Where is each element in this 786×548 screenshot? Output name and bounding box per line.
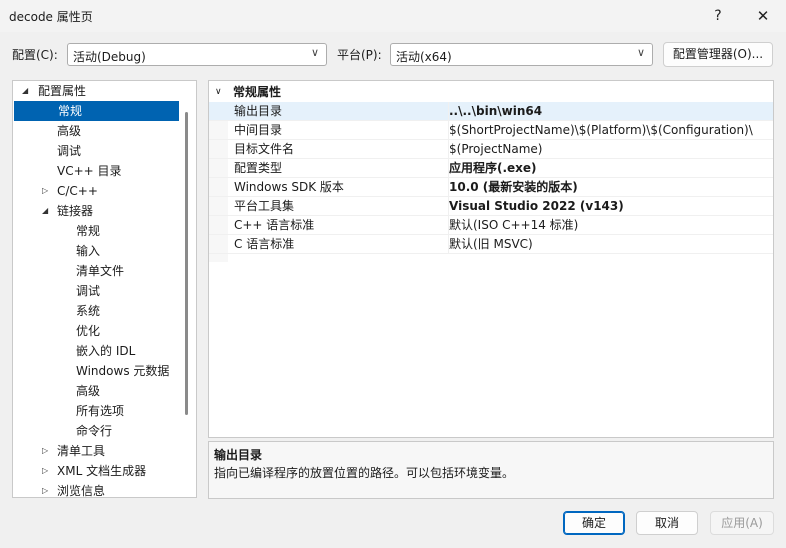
tree-item[interactable]: ◢ 配置属性: [13, 81, 178, 101]
tree-item[interactable]: 输入: [13, 241, 178, 261]
property-row[interactable]: 平台工具集 Visual Studio 2022 (v143): [209, 197, 773, 216]
tree-item[interactable]: 常规: [13, 221, 178, 241]
description-panel: 输出目录 指向已编译程序的放置位置的路径。可以包括环境变量。: [208, 441, 774, 499]
tree-item-label: 浏览信息: [57, 484, 106, 498]
tree-item[interactable]: 所有选项: [13, 401, 178, 421]
tree-item[interactable]: 系统: [13, 301, 178, 321]
tree-item[interactable]: 调试: [13, 141, 178, 161]
tree-item-label: 嵌入的 IDL: [76, 344, 136, 358]
property-row[interactable]: 中间目录 $(ShortProjectName)\$(Platform)\$(Co…: [209, 121, 773, 140]
property-name: Windows SDK 版本: [234, 180, 344, 194]
config-dropdown-value: 活动(Debug): [73, 50, 146, 64]
property-name: 目标文件名: [234, 142, 295, 156]
tree-item[interactable]: 清单文件: [13, 261, 178, 281]
property-value[interactable]: $(ShortProjectName)\$(Platform)\$(Config…: [448, 121, 771, 140]
tree-item-label: C/C++: [57, 184, 98, 198]
property-value[interactable]: $(ProjectName): [448, 140, 771, 159]
tree-item-label: 链接器: [57, 204, 94, 218]
tree-item[interactable]: ▷ C/C++: [13, 181, 178, 201]
tree-item[interactable]: ◢ 链接器: [13, 201, 178, 221]
chevron-down-icon: ∨: [310, 46, 319, 59]
tree-item-label: 输入: [76, 244, 101, 258]
tree-item-label: XML 文档生成器: [57, 464, 147, 478]
title-bar: decode 属性页 ? ✕: [0, 0, 786, 32]
tree-item-label: 清单工具: [57, 444, 106, 458]
tree-item-label: 调试: [57, 144, 82, 158]
property-name: 配置类型: [234, 161, 283, 175]
tree-item[interactable]: 常规: [14, 101, 179, 121]
tree-item-label: 配置属性: [38, 84, 87, 98]
property-name: 平台工具集: [234, 199, 295, 213]
property-tree[interactable]: ◢ 配置属性 常规 高级 调试 VC++ 目录 ▷ C/C++ ◢ 链接器 常规 输入 清单文件 调试 系统…: [12, 80, 197, 498]
apply-button[interactable]: 应用(A): [710, 511, 774, 535]
tree-scrollbar[interactable]: [185, 112, 188, 415]
property-value[interactable]: Visual Studio 2022 (v143): [448, 197, 771, 216]
tree-item-label: 高级: [76, 384, 101, 398]
ok-button[interactable]: 确定: [563, 511, 625, 535]
property-value[interactable]: 应用程序(.exe): [448, 159, 771, 178]
tree-item-label: 优化: [76, 324, 101, 338]
tree-item-label: 命令行: [76, 424, 113, 438]
tree-item[interactable]: Windows 元数据: [13, 361, 178, 381]
platform-dropdown-value: 活动(x64): [396, 50, 452, 64]
property-value[interactable]: ..\..\bin\win64: [448, 102, 771, 121]
property-name: 输出目录: [234, 104, 283, 118]
description-text: 指向已编译程序的放置位置的路径。可以包括环境变量。: [214, 466, 515, 480]
chevron-down-icon: ∨: [215, 87, 222, 97]
tree-item-label: 高级: [57, 124, 82, 138]
tree-item[interactable]: 命令行: [13, 421, 178, 441]
property-value[interactable]: 默认(ISO C++14 标准): [448, 216, 771, 235]
tree-item-label: 清单文件: [76, 264, 125, 278]
property-name: 中间目录: [234, 123, 283, 137]
property-row[interactable]: Windows SDK 版本 10.0 (最新安装的版本): [209, 178, 773, 197]
cancel-button[interactable]: 取消: [636, 511, 698, 535]
help-button[interactable]: ?: [700, 2, 736, 30]
collapsed-arrow-icon[interactable]: ▷: [42, 181, 48, 201]
expanded-arrow-icon[interactable]: ◢: [22, 81, 28, 101]
tree-item-label: VC++ 目录: [57, 164, 122, 178]
tree-item-label: Windows 元数据: [76, 364, 170, 378]
window-title: decode 属性页: [9, 10, 93, 24]
config-dropdown[interactable]: 活动(Debug) ∨: [67, 43, 327, 66]
platform-label: 平台(P):: [337, 48, 382, 62]
property-grid[interactable]: ∨ 常规属性 输出目录 ..\..\bin\win64 中间目录 $(ShortPro…: [208, 80, 774, 438]
tree-item[interactable]: 优化: [13, 321, 178, 341]
property-row[interactable]: C++ 语言标准 默认(ISO C++14 标准): [209, 216, 773, 235]
config-manager-button[interactable]: 配置管理器(O)...: [663, 42, 773, 67]
property-value[interactable]: 10.0 (最新安装的版本): [448, 178, 771, 197]
tree-item[interactable]: ▷ 浏览信息: [13, 481, 178, 498]
property-row[interactable]: C 语言标准 默认(旧 MSVC): [209, 235, 773, 254]
chevron-down-icon: ∨: [636, 46, 645, 59]
collapsed-arrow-icon[interactable]: ▷: [42, 461, 48, 481]
close-button[interactable]: ✕: [745, 2, 781, 30]
property-row[interactable]: 配置类型 应用程序(.exe): [209, 159, 773, 178]
tree-item-label: 常规: [58, 104, 83, 118]
tree-item[interactable]: 调试: [13, 281, 178, 301]
tree-item[interactable]: ▷ XML 文档生成器: [13, 461, 178, 481]
tree-item[interactable]: 高级: [13, 381, 178, 401]
collapsed-arrow-icon[interactable]: ▷: [42, 441, 48, 461]
platform-dropdown[interactable]: 活动(x64) ∨: [390, 43, 653, 66]
collapsed-arrow-icon[interactable]: ▷: [42, 481, 48, 497]
property-row[interactable]: 输出目录 ..\..\bin\win64: [209, 102, 773, 121]
description-title: 输出目录: [214, 448, 263, 462]
grid-category-label: 常规属性: [233, 85, 282, 99]
property-value[interactable]: 默认(旧 MSVC): [448, 235, 771, 254]
tree-item-label: 调试: [76, 284, 101, 298]
tree-item-label: 系统: [76, 304, 101, 318]
property-row[interactable]: 目标文件名 $(ProjectName): [209, 140, 773, 159]
tree-item-label: 所有选项: [76, 404, 125, 418]
property-name: C++ 语言标准: [234, 218, 315, 232]
tree-item[interactable]: 嵌入的 IDL: [13, 341, 178, 361]
property-name: C 语言标准: [234, 237, 295, 251]
expanded-arrow-icon[interactable]: ◢: [42, 201, 48, 221]
config-label: 配置(C):: [12, 48, 58, 62]
grid-category[interactable]: ∨ 常规属性: [209, 83, 773, 102]
tree-item[interactable]: ▷ 清单工具: [13, 441, 178, 461]
tree-item[interactable]: VC++ 目录: [13, 161, 178, 181]
tree-item-label: 常规: [76, 224, 101, 238]
tree-item[interactable]: 高级: [13, 121, 178, 141]
